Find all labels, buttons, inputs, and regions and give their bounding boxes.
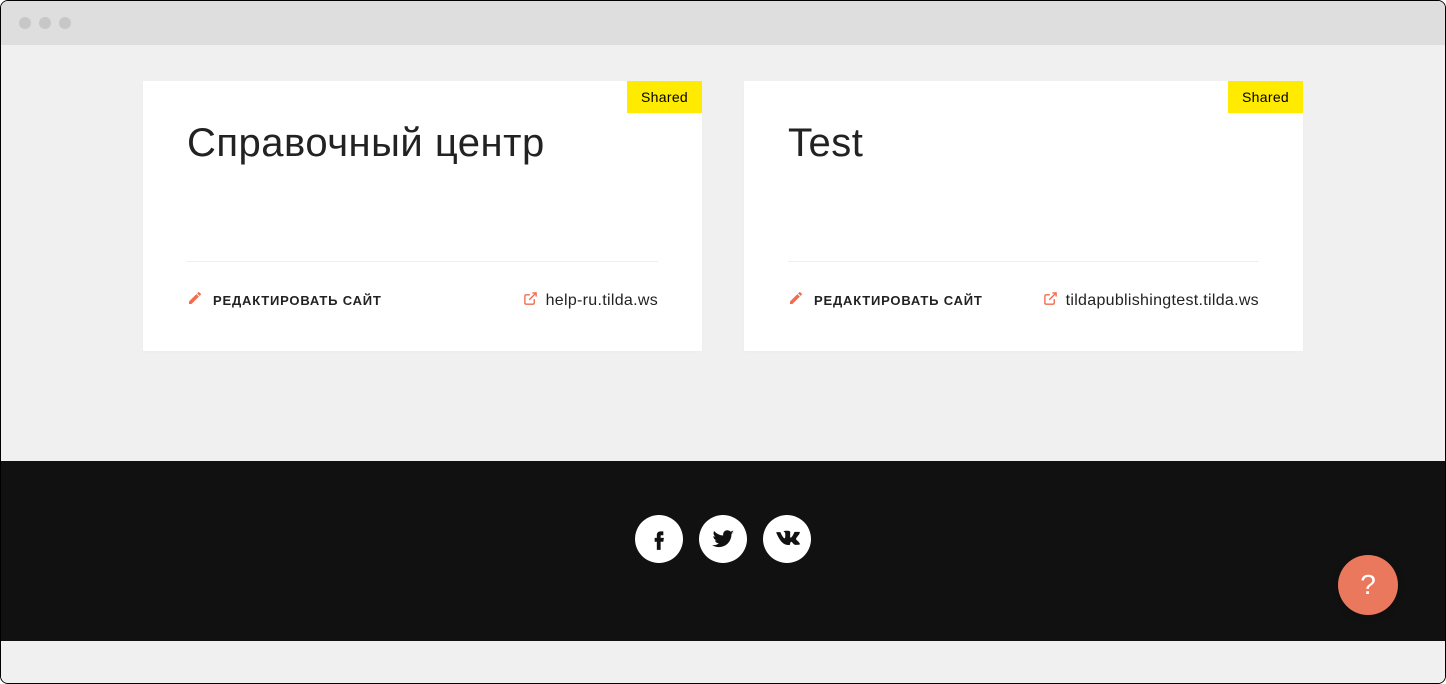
- project-card[interactable]: Shared Test РЕДАКТИРОВАТЬ САЙТ: [744, 81, 1303, 351]
- edit-site-label: РЕДАКТИРОВАТЬ САЙТ: [814, 293, 983, 308]
- shared-badge: Shared: [1228, 81, 1303, 113]
- external-link-icon: [1043, 291, 1058, 311]
- vk-button[interactable]: [763, 515, 811, 563]
- pencil-icon: [788, 290, 804, 311]
- edit-site-button[interactable]: РЕДАКТИРОВАТЬ САЙТ: [788, 290, 983, 311]
- dashboard-area: Shared Справочный центр РЕДАКТИРОВАТЬ СА…: [1, 45, 1445, 461]
- page-footer: [1, 461, 1445, 641]
- project-title: Справочный центр: [187, 121, 658, 165]
- window-dot[interactable]: [39, 17, 51, 29]
- facebook-button[interactable]: [635, 515, 683, 563]
- window-dot[interactable]: [19, 17, 31, 29]
- card-footer: РЕДАКТИРОВАТЬ САЙТ tildapublishingtest.t…: [788, 290, 1259, 311]
- divider: [788, 261, 1259, 262]
- edit-site-label: РЕДАКТИРОВАТЬ САЙТ: [213, 293, 382, 308]
- browser-window: Shared Справочный центр РЕДАКТИРОВАТЬ СА…: [0, 0, 1446, 684]
- project-title: Test: [788, 121, 1259, 165]
- twitter-icon: [710, 526, 736, 552]
- help-button[interactable]: ?: [1338, 555, 1398, 615]
- open-site-link[interactable]: tildapublishingtest.tilda.ws: [1043, 291, 1259, 311]
- question-mark-icon: ?: [1360, 569, 1376, 601]
- vk-icon: [774, 526, 800, 552]
- site-url: help-ru.tilda.ws: [546, 292, 658, 310]
- viewport[interactable]: Shared Справочный центр РЕДАКТИРОВАТЬ СА…: [1, 45, 1445, 683]
- shared-badge: Shared: [627, 81, 702, 113]
- facebook-icon: [646, 526, 672, 552]
- project-card[interactable]: Shared Справочный центр РЕДАКТИРОВАТЬ СА…: [143, 81, 702, 351]
- project-cards: Shared Справочный центр РЕДАКТИРОВАТЬ СА…: [143, 81, 1303, 351]
- site-url: tildapublishingtest.tilda.ws: [1066, 292, 1259, 310]
- window-dot[interactable]: [59, 17, 71, 29]
- twitter-button[interactable]: [699, 515, 747, 563]
- open-site-link[interactable]: help-ru.tilda.ws: [523, 291, 658, 311]
- pencil-icon: [187, 290, 203, 311]
- external-link-icon: [523, 291, 538, 311]
- social-links: [1, 515, 1445, 563]
- divider: [187, 261, 658, 262]
- card-footer: РЕДАКТИРОВАТЬ САЙТ help-ru.tilda.ws: [187, 290, 658, 311]
- edit-site-button[interactable]: РЕДАКТИРОВАТЬ САЙТ: [187, 290, 382, 311]
- window-titlebar: [1, 1, 1445, 45]
